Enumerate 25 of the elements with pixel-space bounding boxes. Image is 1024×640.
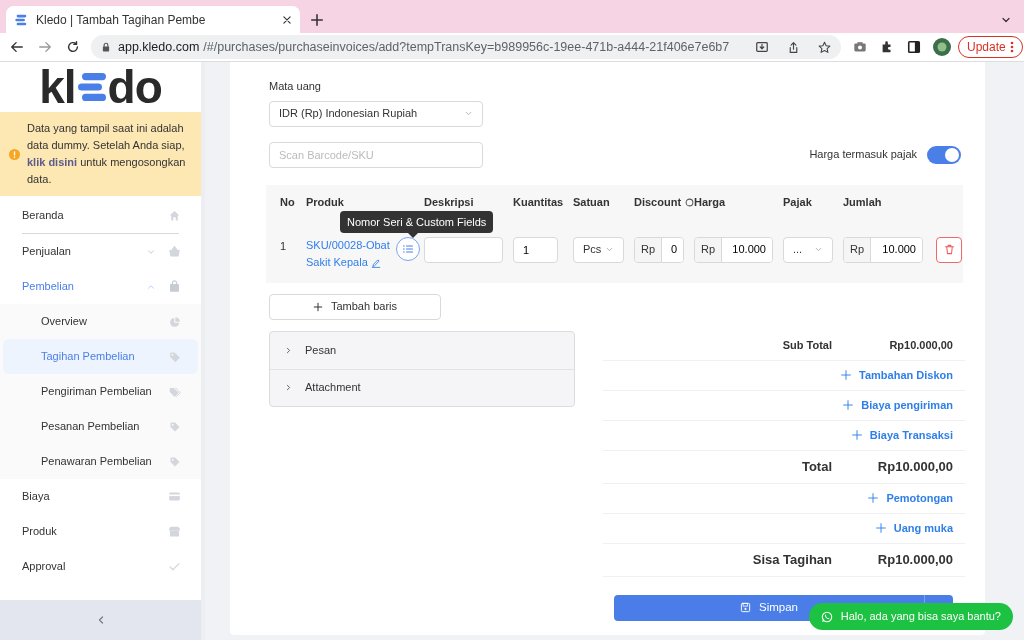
tooltip: Nomor Seri & Custom Fields	[340, 210, 494, 238]
summary-label: Sisa Tagihan	[752, 550, 832, 569]
toggle-label: Harga termasuk pajak	[809, 147, 917, 163]
notice-text: Data yang tampil saat ini adalah data dummy. Setelah Anda siap, klik disini untuk mengosongkan data.	[27, 121, 187, 187]
column-header: Produk	[306, 194, 344, 210]
summary-value: Rp10.000,00	[877, 457, 953, 476]
currency-prefix: Rp	[844, 237, 872, 262]
column-header: Jumlah	[843, 194, 882, 210]
column-header: Discount	[634, 194, 682, 210]
table-cell-text: 1	[280, 238, 288, 254]
column-header: Deskripsi	[424, 194, 474, 210]
field-label: Mata uang	[269, 79, 321, 94]
column-header: Kuantitas	[513, 194, 564, 210]
summary-value: Rp10.000,00	[889, 337, 953, 353]
column-header: Harga	[694, 194, 726, 210]
logo-text: do	[107, 64, 162, 110]
currency-prefix: Rp	[635, 237, 663, 262]
summary-value: Rp10.000,00	[877, 550, 953, 569]
logo-text: kl	[39, 64, 76, 110]
summary-label: Sub Total	[782, 337, 832, 353]
summary-label: Total	[801, 457, 832, 476]
currency-prefix: Rp	[695, 237, 723, 262]
column-header: No	[280, 194, 295, 210]
column-header: Pajak	[783, 194, 812, 210]
column-header: Satuan	[573, 194, 610, 210]
